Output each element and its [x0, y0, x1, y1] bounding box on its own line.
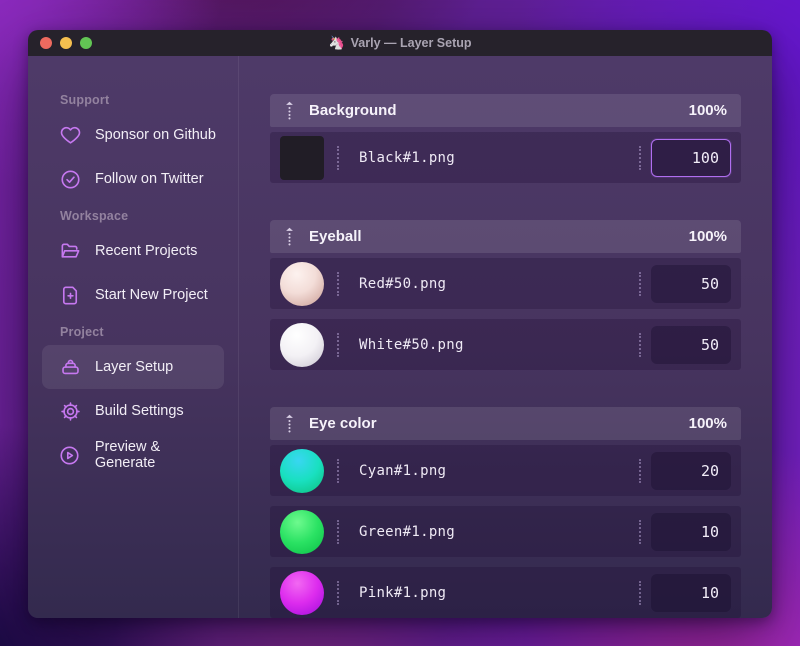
- close-button[interactable]: [40, 37, 52, 49]
- layer-filename: Pink#1.png: [359, 584, 447, 601]
- divider-dotted: [337, 332, 339, 357]
- divider-dotted: [639, 145, 641, 170]
- divider-dotted: [337, 458, 339, 483]
- layer-group-weight: 100%: [688, 228, 727, 245]
- cyan-sphere-thumbnail: [280, 448, 324, 493]
- play-circle-icon: [58, 443, 82, 467]
- sidebar-item-label: Start New Project: [95, 287, 208, 303]
- layer-group-name: Eyeball: [309, 228, 362, 245]
- titlebar: 🦄 Varly — Layer Setup: [28, 30, 772, 56]
- layers-icon: [58, 355, 82, 379]
- badge-check-icon: [58, 167, 82, 191]
- app-logo-unicorn-icon: 🦄: [328, 35, 345, 50]
- green-sphere-thumbnail: [280, 509, 324, 554]
- layer-row: Green#1.png 10: [270, 506, 741, 557]
- layer-filename: Red#50.png: [359, 275, 447, 292]
- divider-dotted: [639, 271, 641, 296]
- sidebar-section-label: Support: [60, 93, 110, 107]
- sidebar-item-label: Layer Setup: [95, 359, 174, 375]
- layer-group-eye-color: Eye color 100% Cyan#1.png 20 Green#1.png…: [270, 407, 741, 618]
- white-sphere-thumbnail: [280, 322, 324, 367]
- minimize-button[interactable]: [60, 37, 72, 49]
- sidebar-item-build-settings[interactable]: Build Settings: [42, 389, 224, 433]
- layer-group-name: Background: [309, 102, 397, 119]
- folder-open-icon: [58, 239, 82, 263]
- sidebar-item-label: Preview & Generate: [94, 439, 161, 471]
- divider-dotted: [639, 519, 641, 544]
- layer-filename: Black#1.png: [359, 149, 456, 166]
- pink-sphere-thumbnail: [280, 570, 324, 615]
- sidebar-item-label: Follow on Twitter: [95, 171, 204, 187]
- drag-handle-icon[interactable]: [284, 227, 296, 247]
- document-plus-icon: [58, 283, 82, 307]
- sidebar-section: Project Layer Setup Build Settings Previ…: [28, 321, 238, 477]
- divider-dotted: [639, 458, 641, 483]
- divider-dotted: [337, 580, 339, 605]
- divider-dotted: [337, 145, 339, 170]
- sidebar-section-label: Project: [60, 325, 104, 339]
- heart-icon: [58, 123, 82, 147]
- divider-dotted: [337, 271, 339, 296]
- layer-setup-panel: Background 100% Black#1.png 100 Eyeball …: [239, 56, 772, 618]
- layer-group-header[interactable]: Eye color 100%: [270, 407, 741, 440]
- layer-filename: Cyan#1.png: [359, 462, 447, 479]
- gear-icon: [58, 399, 82, 423]
- sidebar-item-label: Build Settings: [95, 403, 184, 419]
- layer-weight-input[interactable]: 100: [651, 138, 731, 177]
- divider-dotted: [639, 332, 641, 357]
- drag-handle-icon[interactable]: [284, 101, 296, 121]
- sidebar-item-sponsor-on-github[interactable]: Sponsor on Github: [42, 113, 224, 157]
- layer-group-header[interactable]: Background 100%: [270, 94, 741, 127]
- traffic-lights: [40, 30, 92, 56]
- sidebar-item-recent-projects[interactable]: Recent Projects: [42, 229, 224, 273]
- sidebar-item-start-new-project[interactable]: Start New Project: [42, 273, 224, 317]
- sidebar-item-layer-setup[interactable]: Layer Setup: [42, 345, 224, 389]
- sidebar-section: Workspace Recent Projects Start New Proj…: [28, 205, 238, 317]
- layer-row: Black#1.png 100: [270, 132, 741, 183]
- window-title-text: Varly — Layer Setup: [350, 36, 472, 50]
- sidebar-section: Support Sponsor on Github Follow on Twit…: [28, 89, 238, 201]
- drag-handle-icon[interactable]: [284, 414, 296, 434]
- layer-weight-input[interactable]: 50: [651, 264, 731, 303]
- divider-dotted: [337, 519, 339, 544]
- layer-weight-input[interactable]: 10: [651, 512, 731, 551]
- sidebar-item-follow-on-twitter[interactable]: Follow on Twitter: [42, 157, 224, 201]
- layer-weight-input[interactable]: 10: [651, 573, 731, 612]
- window-title: 🦄 Varly — Layer Setup: [328, 35, 471, 51]
- sidebar-item-preview-generate[interactable]: Preview & Generate: [42, 433, 224, 477]
- layer-group-name: Eye color: [309, 415, 377, 432]
- sidebar: Support Sponsor on Github Follow on Twit…: [28, 56, 239, 618]
- layer-row: Cyan#1.png 20: [270, 445, 741, 496]
- sidebar-section-label: Workspace: [60, 209, 129, 223]
- black-square-thumbnail: [280, 135, 324, 180]
- layer-filename: Green#1.png: [359, 523, 456, 540]
- layer-group-eyeball: Eyeball 100% Red#50.png 50 White#50.png …: [270, 220, 741, 370]
- layer-weight-input[interactable]: 20: [651, 451, 731, 490]
- sidebar-item-label: Recent Projects: [95, 243, 198, 259]
- layer-group-weight: 100%: [688, 102, 727, 119]
- layer-row: White#50.png 50: [270, 319, 741, 370]
- layer-weight-input[interactable]: 50: [651, 325, 731, 364]
- app-window: 🦄 Varly — Layer Setup Support Sponsor on…: [28, 30, 772, 618]
- layer-row: Pink#1.png 10: [270, 567, 741, 618]
- sidebar-item-label: Sponsor on Github: [95, 127, 216, 143]
- layer-group-header[interactable]: Eyeball 100%: [270, 220, 741, 253]
- layer-group-weight: 100%: [688, 415, 727, 432]
- layer-group-background: Background 100% Black#1.png 100: [270, 94, 741, 183]
- layer-row: Red#50.png 50: [270, 258, 741, 309]
- layer-filename: White#50.png: [359, 336, 464, 353]
- divider-dotted: [639, 580, 641, 605]
- red-sphere-thumbnail: [280, 261, 324, 306]
- zoom-button[interactable]: [80, 37, 92, 49]
